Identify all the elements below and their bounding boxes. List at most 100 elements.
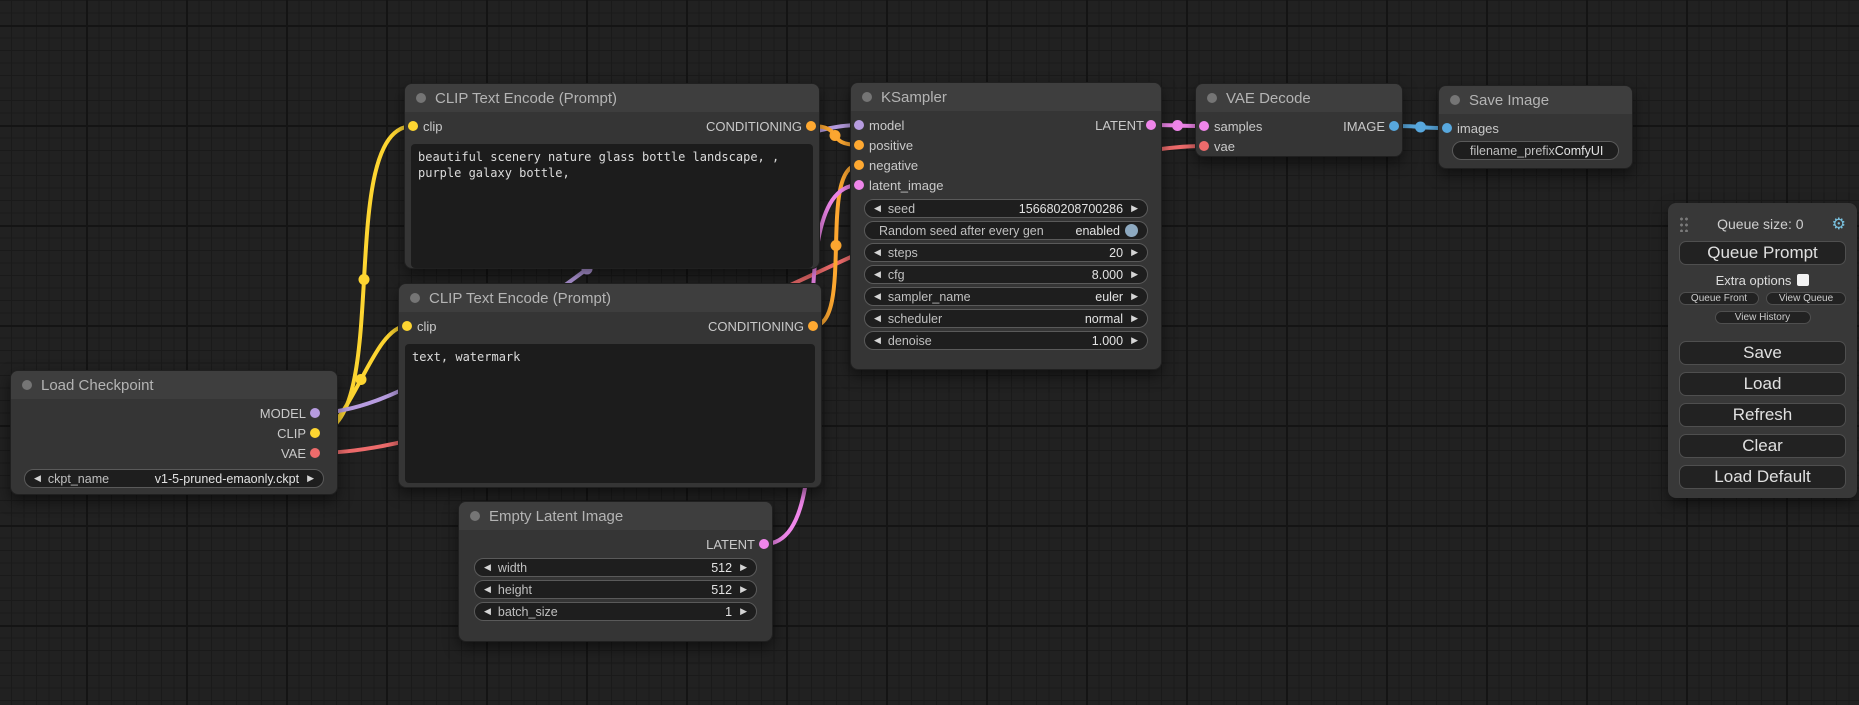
widget-label: filename_prefix — [1470, 144, 1555, 158]
queue-panel: Queue size: 0 ⚙ Queue Prompt Extra optio… — [1668, 203, 1857, 498]
decrement-arrow-icon[interactable]: ◀ — [874, 270, 881, 279]
random-seed-toggle-widget[interactable]: Random seed after every gen enabled — [864, 221, 1148, 240]
prompt-textarea[interactable]: text, watermark — [405, 344, 815, 483]
vae-output-slot[interactable] — [310, 448, 320, 458]
clip-output-slot[interactable] — [310, 428, 320, 438]
conditioning-output-slot[interactable] — [808, 321, 818, 331]
toggle-circle-icon[interactable] — [1125, 224, 1138, 237]
node-title-bar[interactable]: Empty Latent Image — [459, 502, 772, 530]
image-output-slot[interactable] — [1389, 121, 1399, 131]
latent-output-slot[interactable] — [759, 539, 769, 549]
vae-input-slot[interactable] — [1199, 141, 1209, 151]
node-graph-canvas[interactable]: Load Checkpoint MODEL CLIP VAE ◀ ckpt_na… — [0, 0, 1859, 705]
extra-options-checkbox[interactable] — [1797, 274, 1809, 286]
decrement-arrow-icon[interactable]: ◀ — [874, 314, 881, 323]
node-save-image[interactable]: Save Image images filename_prefix ComfyU… — [1438, 85, 1633, 169]
decrement-arrow-icon[interactable]: ◀ — [484, 563, 491, 572]
prompt-textarea[interactable]: beautiful scenery nature glass bottle la… — [411, 144, 813, 268]
model-input-slot[interactable] — [854, 120, 864, 130]
height-widget[interactable]: ◀ height 512 ▶ — [474, 580, 757, 599]
increment-arrow-icon[interactable]: ▶ — [740, 563, 747, 572]
queue-front-button[interactable]: Queue Front — [1679, 292, 1759, 305]
drag-handle-icon[interactable] — [1679, 216, 1689, 232]
collapse-dot-icon[interactable] — [1207, 93, 1217, 103]
increment-arrow-icon[interactable]: ▶ — [1131, 248, 1138, 257]
node-clip-text-encode-positive[interactable]: CLIP Text Encode (Prompt) clip CONDITION… — [404, 83, 820, 269]
widget-value: 8.000 — [1092, 268, 1123, 282]
collapse-dot-icon[interactable] — [862, 92, 872, 102]
clip-input-slot[interactable] — [408, 121, 418, 131]
clear-button[interactable]: Clear — [1679, 434, 1846, 458]
node-title: Save Image — [1469, 92, 1549, 109]
decrement-arrow-icon[interactable]: ◀ — [874, 248, 881, 257]
decrement-arrow-icon[interactable]: ◀ — [874, 292, 881, 301]
decrement-arrow-icon[interactable]: ◀ — [874, 336, 881, 345]
increment-arrow-icon[interactable]: ▶ — [1131, 292, 1138, 301]
output-label: CLIP — [277, 426, 306, 441]
node-ksampler[interactable]: KSampler model LATENT positive negative … — [850, 82, 1162, 370]
decrement-arrow-icon[interactable]: ◀ — [874, 204, 881, 213]
latent-output-slot[interactable] — [1146, 120, 1156, 130]
denoise-widget[interactable]: ◀ denoise 1.000 ▶ — [864, 331, 1148, 350]
collapse-dot-icon[interactable] — [22, 380, 32, 390]
node-title: CLIP Text Encode (Prompt) — [429, 290, 611, 307]
collapse-dot-icon[interactable] — [1450, 95, 1460, 105]
increment-arrow-icon[interactable]: ▶ — [740, 585, 747, 594]
refresh-button[interactable]: Refresh — [1679, 403, 1846, 427]
increment-arrow-icon[interactable]: ▶ — [740, 607, 747, 616]
view-history-button[interactable]: View History — [1715, 311, 1811, 324]
decrement-arrow-icon[interactable]: ◀ — [484, 585, 491, 594]
sampler-name-widget[interactable]: ◀ sampler_name euler ▶ — [864, 287, 1148, 306]
clip-input-slot[interactable] — [402, 321, 412, 331]
input-label: model — [869, 118, 904, 133]
positive-input-slot[interactable] — [854, 140, 864, 150]
increment-arrow-icon[interactable]: ▶ — [1131, 204, 1138, 213]
node-title-bar[interactable]: VAE Decode — [1196, 84, 1402, 112]
seed-widget[interactable]: ◀ seed 156680208700286 ▶ — [864, 199, 1148, 218]
node-title-bar[interactable]: KSampler — [851, 83, 1161, 111]
latent-image-input-slot[interactable] — [854, 180, 864, 190]
output-label: LATENT — [1095, 118, 1144, 133]
conditioning-output-slot[interactable] — [806, 121, 816, 131]
load-button[interactable]: Load — [1679, 372, 1846, 396]
images-input-slot[interactable] — [1442, 123, 1452, 133]
batch-size-widget[interactable]: ◀ batch_size 1 ▶ — [474, 602, 757, 621]
node-empty-latent-image[interactable]: Empty Latent Image LATENT ◀ width 512 ▶ … — [458, 501, 773, 642]
node-title-bar[interactable]: CLIP Text Encode (Prompt) — [405, 84, 819, 112]
increment-arrow-icon[interactable]: ▶ — [1131, 336, 1138, 345]
collapse-dot-icon[interactable] — [470, 511, 480, 521]
model-output-slot[interactable] — [310, 408, 320, 418]
collapse-dot-icon[interactable] — [410, 293, 420, 303]
save-button[interactable]: Save — [1679, 341, 1846, 365]
node-vae-decode[interactable]: VAE Decode samples IMAGE vae — [1195, 83, 1403, 157]
output-label: MODEL — [260, 406, 306, 421]
node-load-checkpoint[interactable]: Load Checkpoint MODEL CLIP VAE ◀ ckpt_na… — [10, 370, 338, 495]
samples-input-slot[interactable] — [1199, 121, 1209, 131]
node-title-bar[interactable]: CLIP Text Encode (Prompt) — [399, 284, 821, 312]
steps-widget[interactable]: ◀ steps 20 ▶ — [864, 243, 1148, 262]
view-queue-button[interactable]: View Queue — [1766, 292, 1846, 305]
node-title: Empty Latent Image — [489, 508, 623, 525]
increment-arrow-icon[interactable]: ▶ — [1131, 270, 1138, 279]
gear-icon[interactable]: ⚙ — [1832, 214, 1846, 234]
scheduler-widget[interactable]: ◀ scheduler normal ▶ — [864, 309, 1148, 328]
ckpt-name-widget[interactable]: ◀ ckpt_name v1-5-pruned-emaonly.ckpt ▶ — [24, 469, 324, 488]
node-clip-text-encode-negative[interactable]: CLIP Text Encode (Prompt) clip CONDITION… — [398, 283, 822, 488]
node-title-bar[interactable]: Load Checkpoint — [11, 371, 337, 399]
cfg-widget[interactable]: ◀ cfg 8.000 ▶ — [864, 265, 1148, 284]
queue-prompt-button[interactable]: Queue Prompt — [1679, 241, 1846, 265]
increment-arrow-icon[interactable]: ▶ — [307, 474, 314, 483]
node-title-bar[interactable]: Save Image — [1439, 86, 1632, 114]
output-label: CONDITIONING — [708, 319, 804, 334]
load-default-button[interactable]: Load Default — [1679, 465, 1846, 489]
decrement-arrow-icon[interactable]: ◀ — [484, 607, 491, 616]
filename-prefix-widget[interactable]: filename_prefix ComfyUI — [1452, 141, 1619, 160]
width-widget[interactable]: ◀ width 512 ▶ — [474, 558, 757, 577]
decrement-arrow-icon[interactable]: ◀ — [34, 474, 41, 483]
negative-input-slot[interactable] — [854, 160, 864, 170]
increment-arrow-icon[interactable]: ▶ — [1131, 314, 1138, 323]
output-row: VAE — [11, 443, 337, 463]
widget-label: scheduler — [888, 312, 942, 326]
output-label: CONDITIONING — [706, 119, 802, 134]
collapse-dot-icon[interactable] — [416, 93, 426, 103]
